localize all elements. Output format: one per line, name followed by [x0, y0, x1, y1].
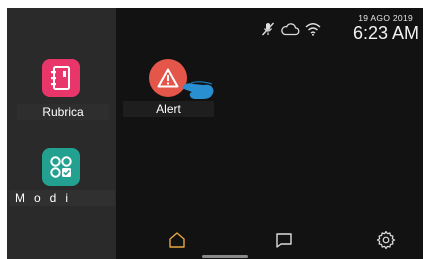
mute-mic-icon — [261, 22, 275, 41]
alert-app[interactable]: Alert — [116, 59, 226, 119]
wifi-icon — [305, 22, 321, 41]
rubrica-label: Rubrica — [17, 104, 109, 120]
sidebar: Rubrica Modi — [7, 8, 116, 259]
status-bar: 19 AGO 2019 6:23 AM — [259, 12, 419, 46]
status-time: 6:23 AM — [352, 23, 419, 43]
modes-grid-icon — [42, 148, 80, 186]
home-indicator-bar[interactable] — [202, 255, 248, 258]
status-icons — [261, 22, 321, 41]
chat-icon — [275, 231, 293, 254]
device-screen: Rubrica Modi 19 AGO 2019 6:23 AM Alert — [7, 8, 423, 259]
status-date: 19 AGO 2019 — [358, 13, 413, 23]
settings-button[interactable] — [374, 230, 398, 254]
home-area: 19 AGO 2019 6:23 AM Alert — [116, 8, 423, 259]
modi-app[interactable]: Modi — [9, 148, 115, 208]
bottom-nav — [116, 225, 423, 259]
contacts-book-icon — [42, 59, 80, 97]
home-icon — [168, 231, 186, 254]
settings-icon — [376, 230, 396, 255]
alert-label: Alert — [123, 101, 214, 117]
home-button[interactable] — [165, 230, 189, 254]
rubrica-app[interactable]: Rubrica — [17, 59, 109, 120]
cloud-icon — [280, 22, 300, 41]
modi-label: Modi — [9, 190, 115, 206]
chat-button[interactable] — [272, 230, 296, 254]
